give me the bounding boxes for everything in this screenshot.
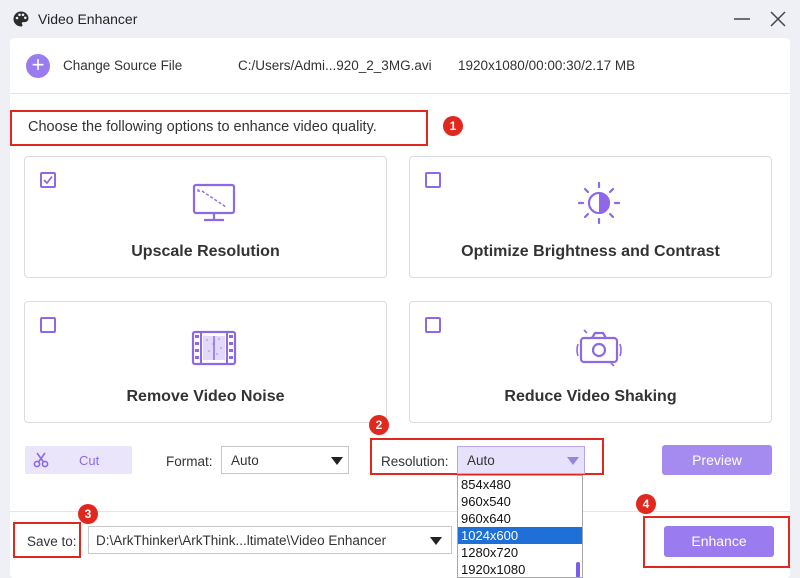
source-file-path: C:/Users/Admi...920_2_3MG.avi (238, 58, 432, 73)
option-remove-noise[interactable]: Remove Video Noise (24, 301, 387, 423)
option-upscale-resolution[interactable]: Upscale Resolution (24, 156, 387, 278)
chevron-down-icon (331, 457, 343, 465)
noise-label: Remove Video Noise (126, 388, 285, 405)
upscale-label: Upscale Resolution (131, 243, 280, 260)
film-icon (191, 330, 237, 366)
format-value: Auto (231, 453, 259, 468)
enhance-button[interactable]: Enhance (664, 526, 774, 557)
annotation-badge-2: 2 (369, 415, 389, 435)
minimize-icon[interactable] (732, 9, 752, 29)
scissors-icon (33, 452, 49, 468)
noise-checkbox[interactable] (40, 317, 56, 333)
chevron-down-icon (567, 457, 579, 465)
resolution-value: Auto (467, 453, 495, 468)
brightness-checkbox[interactable] (425, 172, 441, 188)
resolution-option[interactable]: 960x640 (458, 510, 582, 527)
shaking-checkbox[interactable] (425, 317, 441, 333)
source-file-meta: 1920x1080/00:00:30/2.17 MB (458, 58, 636, 73)
cut-label: Cut (79, 453, 100, 468)
option-reduce-shaking[interactable]: Reduce Video Shaking (409, 301, 772, 423)
close-icon[interactable] (768, 9, 788, 29)
annotation-box-1 (10, 110, 428, 146)
resolution-option[interactable]: 854x480 (458, 476, 582, 493)
save-to-label: Save to: (27, 534, 77, 549)
divider (10, 511, 790, 512)
window-title: Video Enhancer (38, 11, 138, 27)
add-source-button[interactable]: + (26, 54, 50, 78)
change-source-label[interactable]: Change Source File (63, 58, 182, 73)
shaking-label: Reduce Video Shaking (504, 388, 677, 405)
cut-button[interactable]: Cut (25, 446, 132, 474)
preview-button[interactable]: Preview (662, 445, 772, 475)
annotation-badge-1: 1 (443, 116, 463, 136)
palette-icon (13, 11, 29, 27)
monitor-icon (192, 183, 236, 222)
camera-shake-icon (576, 329, 622, 367)
format-select[interactable]: Auto (221, 446, 349, 474)
source-file-row: + Change Source File C:/Users/Admi...920… (10, 38, 790, 94)
upscale-checkbox[interactable] (40, 172, 56, 188)
check-icon (43, 175, 53, 185)
format-label: Format: (166, 454, 213, 469)
resolution-option-selected[interactable]: 1024x600 (458, 527, 582, 544)
plus-icon: + (31, 52, 45, 77)
save-path-value: D:\ArkThinker\ArkThink...ltimate\Video E… (96, 533, 387, 548)
resolution-select[interactable]: Auto (457, 446, 585, 474)
brightness-icon (577, 181, 621, 225)
resolution-label: Resolution: (381, 454, 449, 469)
title-bar: Video Enhancer (0, 0, 800, 38)
chevron-down-icon (430, 537, 442, 545)
resolution-option[interactable]: 1280x720 (458, 544, 582, 561)
annotation-badge-4: 4 (636, 494, 656, 514)
brightness-label: Optimize Brightness and Contrast (461, 243, 720, 260)
annotation-badge-3: 3 (78, 504, 98, 524)
save-path-field[interactable]: D:\ArkThinker\ArkThink...ltimate\Video E… (88, 526, 452, 554)
resolution-option[interactable]: 960x540 (458, 493, 582, 510)
option-brightness-contrast[interactable]: Optimize Brightness and Contrast (409, 156, 772, 278)
main-panel: + Change Source File C:/Users/Admi...920… (10, 38, 790, 578)
dropdown-scrollbar[interactable] (576, 562, 580, 577)
resolution-dropdown: 854x480 960x540 960x640 1024x600 1280x72… (457, 475, 583, 578)
resolution-option[interactable]: 1920x1080 (458, 561, 582, 577)
